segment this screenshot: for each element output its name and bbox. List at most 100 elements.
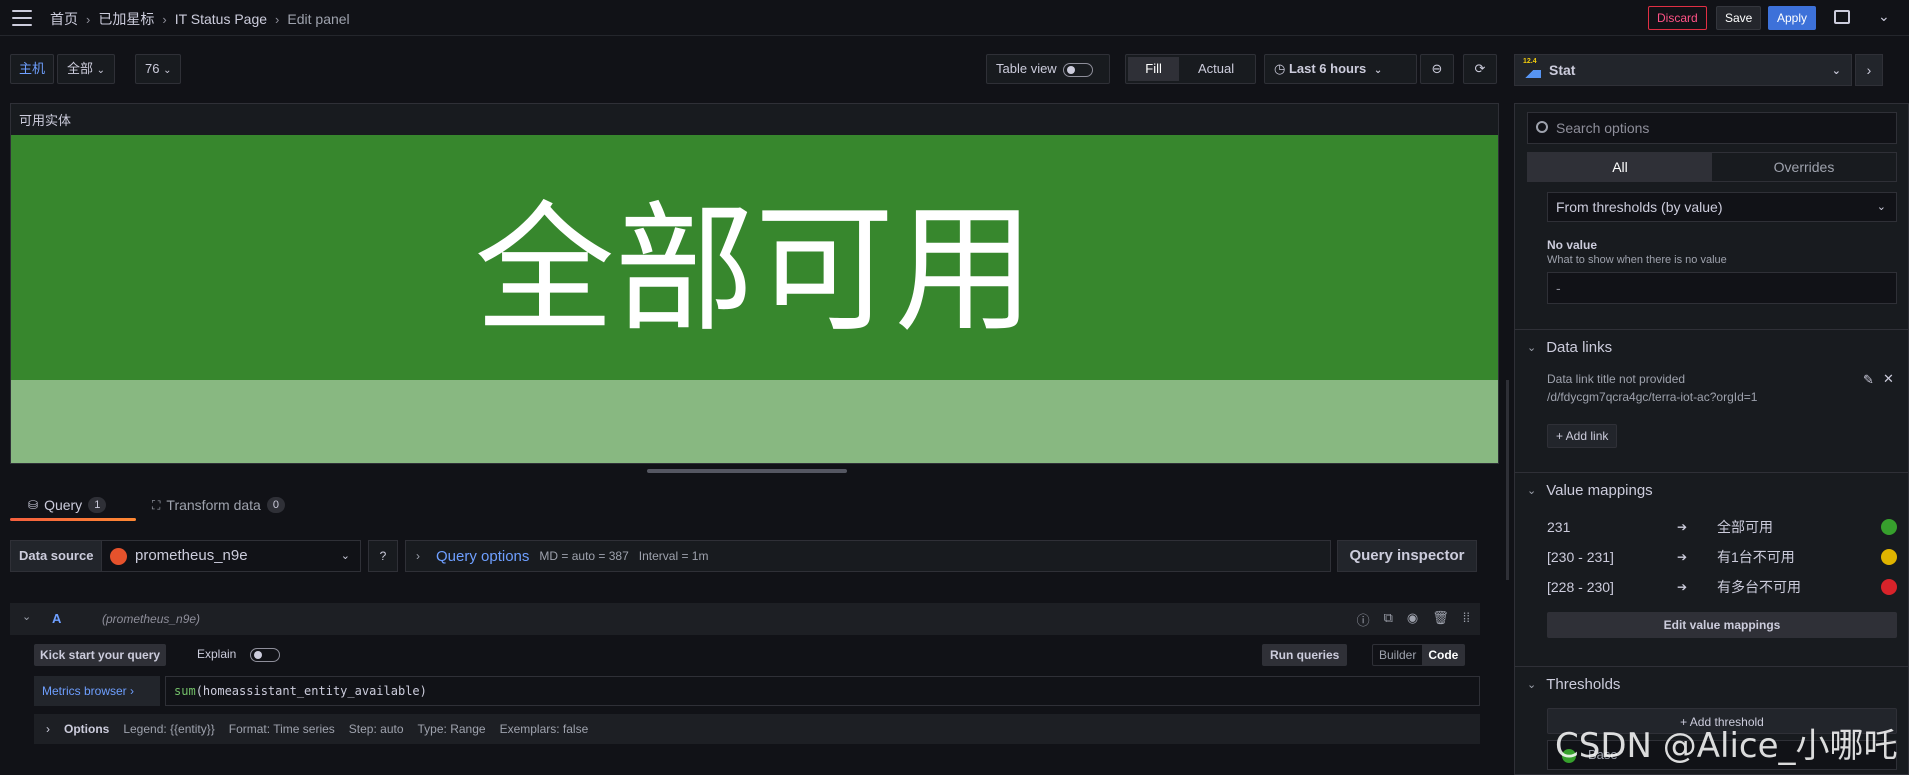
clock-icon: ◷ bbox=[1274, 61, 1286, 76]
variable-num-select[interactable]: 76 ⌄ bbox=[135, 54, 182, 84]
close-icon[interactable]: ✕ bbox=[1883, 371, 1894, 387]
kick-start-button[interactable]: Kick start your query bbox=[34, 644, 167, 666]
chevron-right-icon: › bbox=[275, 11, 280, 27]
panel-resize-handle[interactable] bbox=[647, 469, 847, 473]
edit-icon[interactable]: ✎ bbox=[1863, 372, 1874, 388]
run-queries-button[interactable]: Run queries bbox=[1262, 644, 1348, 666]
chevron-down-icon: ⌄ bbox=[1373, 65, 1383, 76]
actual-option[interactable]: Actual bbox=[1179, 57, 1253, 81]
save-button[interactable]: Save bbox=[1716, 6, 1762, 30]
breadcrumb-dashboard[interactable]: IT Status Page bbox=[175, 11, 267, 27]
section-value-mappings[interactable]: ⌄ Value mappings bbox=[1527, 482, 1653, 499]
chevron-right-icon: › bbox=[86, 11, 91, 27]
active-tab-indicator bbox=[10, 518, 136, 521]
filter-all[interactable]: All bbox=[1528, 153, 1712, 181]
color-mode-value: From thresholds (by value) bbox=[1556, 199, 1723, 215]
drag-handle-icon[interactable]: ⁞⁞ bbox=[1463, 610, 1470, 629]
chevron-right-icon: › bbox=[162, 11, 167, 27]
zoom-out-icon[interactable]: ⊖ bbox=[1420, 54, 1454, 84]
edit-value-mappings-button[interactable]: Edit value mappings bbox=[1547, 612, 1897, 638]
query-options[interactable]: › Query options MD = auto = 387 Interval… bbox=[405, 540, 1331, 572]
data-link-name: Data link title not provided bbox=[1547, 372, 1686, 386]
breadcrumb-starred[interactable]: 已加星标 bbox=[98, 9, 154, 29]
breadcrumb-home[interactable]: 首页 bbox=[50, 9, 78, 29]
chevron-right-icon: › bbox=[46, 722, 50, 736]
visualization-picker[interactable]: Stat ⌄ bbox=[1514, 54, 1852, 86]
option-format: Format: Time series bbox=[228, 722, 335, 736]
arrow-right-icon: ➔ bbox=[1677, 520, 1688, 534]
discard-button[interactable]: Discard bbox=[1648, 6, 1707, 30]
mapping-key: 231 bbox=[1547, 519, 1571, 535]
tab-transform-label: Transform data bbox=[166, 497, 261, 513]
query-function: sum bbox=[174, 684, 196, 698]
query-inspector-button[interactable]: Query inspector bbox=[1337, 540, 1477, 572]
no-value-input[interactable]: - bbox=[1547, 272, 1897, 304]
variable-host-value: 全部 bbox=[67, 61, 94, 76]
chevron-right-icon[interactable]: › bbox=[1855, 54, 1883, 86]
query-row-header: ⌄ A (prometheus_n9e) ⓘ ⧉ ◉ 🗑 ⁞⁞ bbox=[10, 603, 1480, 635]
breadcrumb: 首页 › 已加星标 › IT Status Page › Edit panel bbox=[50, 9, 350, 29]
query-ref-id[interactable]: A bbox=[52, 611, 61, 626]
query-expression: (homeassistant_entity_available) bbox=[195, 684, 427, 698]
monitor-icon[interactable] bbox=[1834, 10, 1850, 24]
section-thresholds[interactable]: ⌄ Thresholds bbox=[1527, 676, 1620, 693]
value-mapping-row: 231 ➔ 全部可用 bbox=[1547, 513, 1897, 541]
variable-num-value: 76 bbox=[145, 61, 160, 76]
data-source-name: prometheus_n9e bbox=[135, 547, 248, 564]
pane-splitter[interactable] bbox=[1506, 380, 1509, 580]
query-editor[interactable]: sum(homeassistant_entity_available) bbox=[165, 676, 1480, 706]
filter-overrides[interactable]: Overrides bbox=[1712, 153, 1896, 181]
options-label: Options bbox=[64, 722, 110, 736]
search-options-input[interactable]: Search options bbox=[1527, 112, 1897, 144]
explain-label: Explain bbox=[197, 647, 237, 661]
query-options-row[interactable]: › Options Legend: {{entity}} Format: Tim… bbox=[34, 714, 1480, 744]
stat-panel: 可用实体 全部可用 bbox=[10, 103, 1499, 464]
collapse-chevron-icon[interactable]: ⌄ bbox=[22, 610, 31, 623]
variable-host-select[interactable]: 全部 ⌄ bbox=[57, 54, 116, 84]
chevron-down-icon: ⌄ bbox=[1527, 679, 1537, 691]
divider bbox=[1515, 329, 1908, 330]
arrow-right-icon: ➔ bbox=[1677, 580, 1688, 594]
data-source-label: Data source bbox=[10, 540, 103, 572]
code-option[interactable]: Code bbox=[1422, 645, 1465, 665]
time-range-picker[interactable]: ◷ Last 6 hours ⌄ bbox=[1264, 54, 1417, 84]
fill-actual-group: Fill Actual bbox=[1125, 54, 1256, 84]
fill-option[interactable]: Fill bbox=[1128, 57, 1180, 81]
metrics-browser-button[interactable]: Metrics browser › bbox=[34, 676, 160, 706]
refresh-icon[interactable]: ⟳ bbox=[1463, 54, 1497, 84]
stat-sparkline-area bbox=[11, 380, 1498, 463]
tab-transform[interactable]: ⛶ Transform data 0 bbox=[152, 490, 285, 520]
menu-icon[interactable] bbox=[12, 10, 32, 26]
transform-icon: ⛶ bbox=[152, 497, 161, 512]
data-link-url: /d/fdycgm7qcra4gc/terra-iot-ac?orgId=1 bbox=[1547, 390, 1758, 404]
builder-option[interactable]: Builder bbox=[1373, 645, 1422, 665]
prometheus-icon bbox=[110, 548, 127, 565]
toggle-switch[interactable] bbox=[1062, 62, 1093, 77]
apply-button[interactable]: Apply bbox=[1768, 6, 1817, 30]
toggle-switch[interactable] bbox=[250, 647, 281, 662]
value-mapping-row: [228 - 230] ➔ 有多台不可用 bbox=[1547, 573, 1897, 601]
color-mode-select[interactable]: From thresholds (by value) ⌄ bbox=[1547, 192, 1897, 222]
data-source-select[interactable]: prometheus_n9e ⌄ bbox=[101, 540, 361, 572]
option-type: Type: Range bbox=[417, 722, 486, 736]
explain-toggle[interactable]: Explain bbox=[197, 647, 281, 662]
chevron-down-icon[interactable]: ⌄ bbox=[1878, 8, 1890, 25]
value-mapping-row: [230 - 231] ➔ 有1台不可用 bbox=[1547, 543, 1897, 571]
trash-icon[interactable]: 🗑 bbox=[1432, 610, 1449, 629]
eye-icon[interactable]: ◉ bbox=[1407, 610, 1418, 629]
help-icon[interactable]: ? bbox=[368, 540, 398, 572]
top-bar: 首页 › 已加星标 › IT Status Page › Edit panel … bbox=[0, 0, 1909, 36]
add-link-button[interactable]: + Add link bbox=[1547, 424, 1618, 448]
stat-icon bbox=[1523, 58, 1541, 78]
help-icon[interactable]: ⓘ bbox=[1357, 610, 1370, 629]
chevron-down-icon: ⌄ bbox=[340, 550, 350, 562]
mapping-key: [228 - 230] bbox=[1547, 579, 1614, 595]
arrow-right-icon: ➔ bbox=[1677, 550, 1688, 564]
mapping-color-dot bbox=[1881, 579, 1897, 595]
table-view-toggle[interactable]: Table view bbox=[986, 54, 1110, 84]
chevron-down-icon: ⌄ bbox=[1876, 201, 1886, 213]
duplicate-icon[interactable]: ⧉ bbox=[1384, 610, 1393, 629]
options-pane: Search options All Overrides From thresh… bbox=[1514, 103, 1909, 775]
tab-query[interactable]: ⛁ Query 1 bbox=[28, 490, 107, 520]
section-data-links[interactable]: ⌄ Data links bbox=[1527, 339, 1612, 356]
